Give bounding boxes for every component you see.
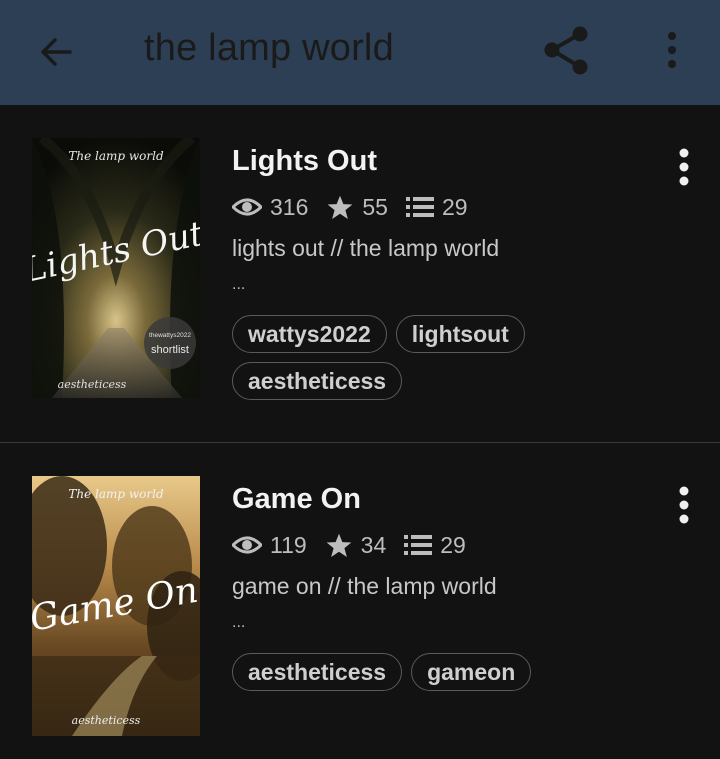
eye-icon xyxy=(232,536,262,554)
tag-chip[interactable]: aestheticess xyxy=(232,362,403,400)
description-ellipsis: ... xyxy=(232,614,246,631)
cover-author: aestheticess xyxy=(58,378,127,391)
tag-chip[interactable]: gameon xyxy=(411,653,532,691)
tag-chip[interactable]: lightsout xyxy=(395,315,525,353)
list-icon xyxy=(405,197,434,217)
page-title: the lamp world xyxy=(144,27,394,69)
tag-chip[interactable]: aestheticess xyxy=(232,653,403,691)
views-stat: 316 xyxy=(232,194,308,221)
views-count: 316 xyxy=(270,193,309,220)
story-title[interactable]: Game On xyxy=(232,483,361,516)
story-stats: 119 34 29 xyxy=(232,530,484,560)
views-stat: 119 xyxy=(232,532,307,559)
parts-count: 29 xyxy=(441,193,468,220)
description-ellipsis: ... xyxy=(232,276,246,293)
votes-count: 55 xyxy=(362,193,388,220)
votes-stat: 55 xyxy=(326,194,388,221)
tag-list: wattys2022 lightsout aestheticess xyxy=(232,315,672,400)
list-icon xyxy=(404,535,433,555)
tag-list: aestheticess gameon xyxy=(232,653,672,691)
more-vertical-icon[interactable] xyxy=(660,30,684,74)
parts-count: 29 xyxy=(440,531,466,558)
story-more-icon[interactable] xyxy=(672,486,696,526)
parts-stat: 29 xyxy=(404,532,466,559)
cover-top-text: The lamp world xyxy=(68,487,164,501)
cover-badge-line1: thewattys2022 xyxy=(149,332,191,339)
cover-badge-line2: shortlist xyxy=(151,344,189,356)
eye-icon xyxy=(232,198,262,216)
story-cover[interactable]: thewattys2022 shortlist The lamp world L… xyxy=(32,138,200,398)
votes-stat: 34 xyxy=(325,531,387,559)
star-icon xyxy=(326,533,352,557)
views-count: 119 xyxy=(270,531,307,558)
story-title[interactable]: Lights Out xyxy=(232,145,377,178)
story-more-icon[interactable] xyxy=(672,148,696,188)
story-description: lights out // the lamp world xyxy=(232,235,500,261)
parts-stat: 29 xyxy=(405,193,468,221)
share-icon[interactable] xyxy=(540,24,596,80)
story-description: game on // the lamp world xyxy=(232,573,497,599)
story-item[interactable]: The lamp world Game On aestheticess Game… xyxy=(0,443,720,759)
story-stats: 316 55 29 xyxy=(232,192,486,222)
star-icon xyxy=(328,195,353,219)
cover-author: aestheticess xyxy=(72,714,141,727)
votes-count: 34 xyxy=(360,531,387,558)
tag-chip[interactable]: wattys2022 xyxy=(232,315,387,353)
arrow-left-icon[interactable] xyxy=(36,32,76,72)
story-item[interactable]: thewattys2022 shortlist The lamp world L… xyxy=(0,105,720,442)
story-cover[interactable]: The lamp world Game On aestheticess xyxy=(32,476,200,736)
app-bar: the lamp world xyxy=(0,0,720,105)
cover-top-text: The lamp world xyxy=(68,149,164,163)
